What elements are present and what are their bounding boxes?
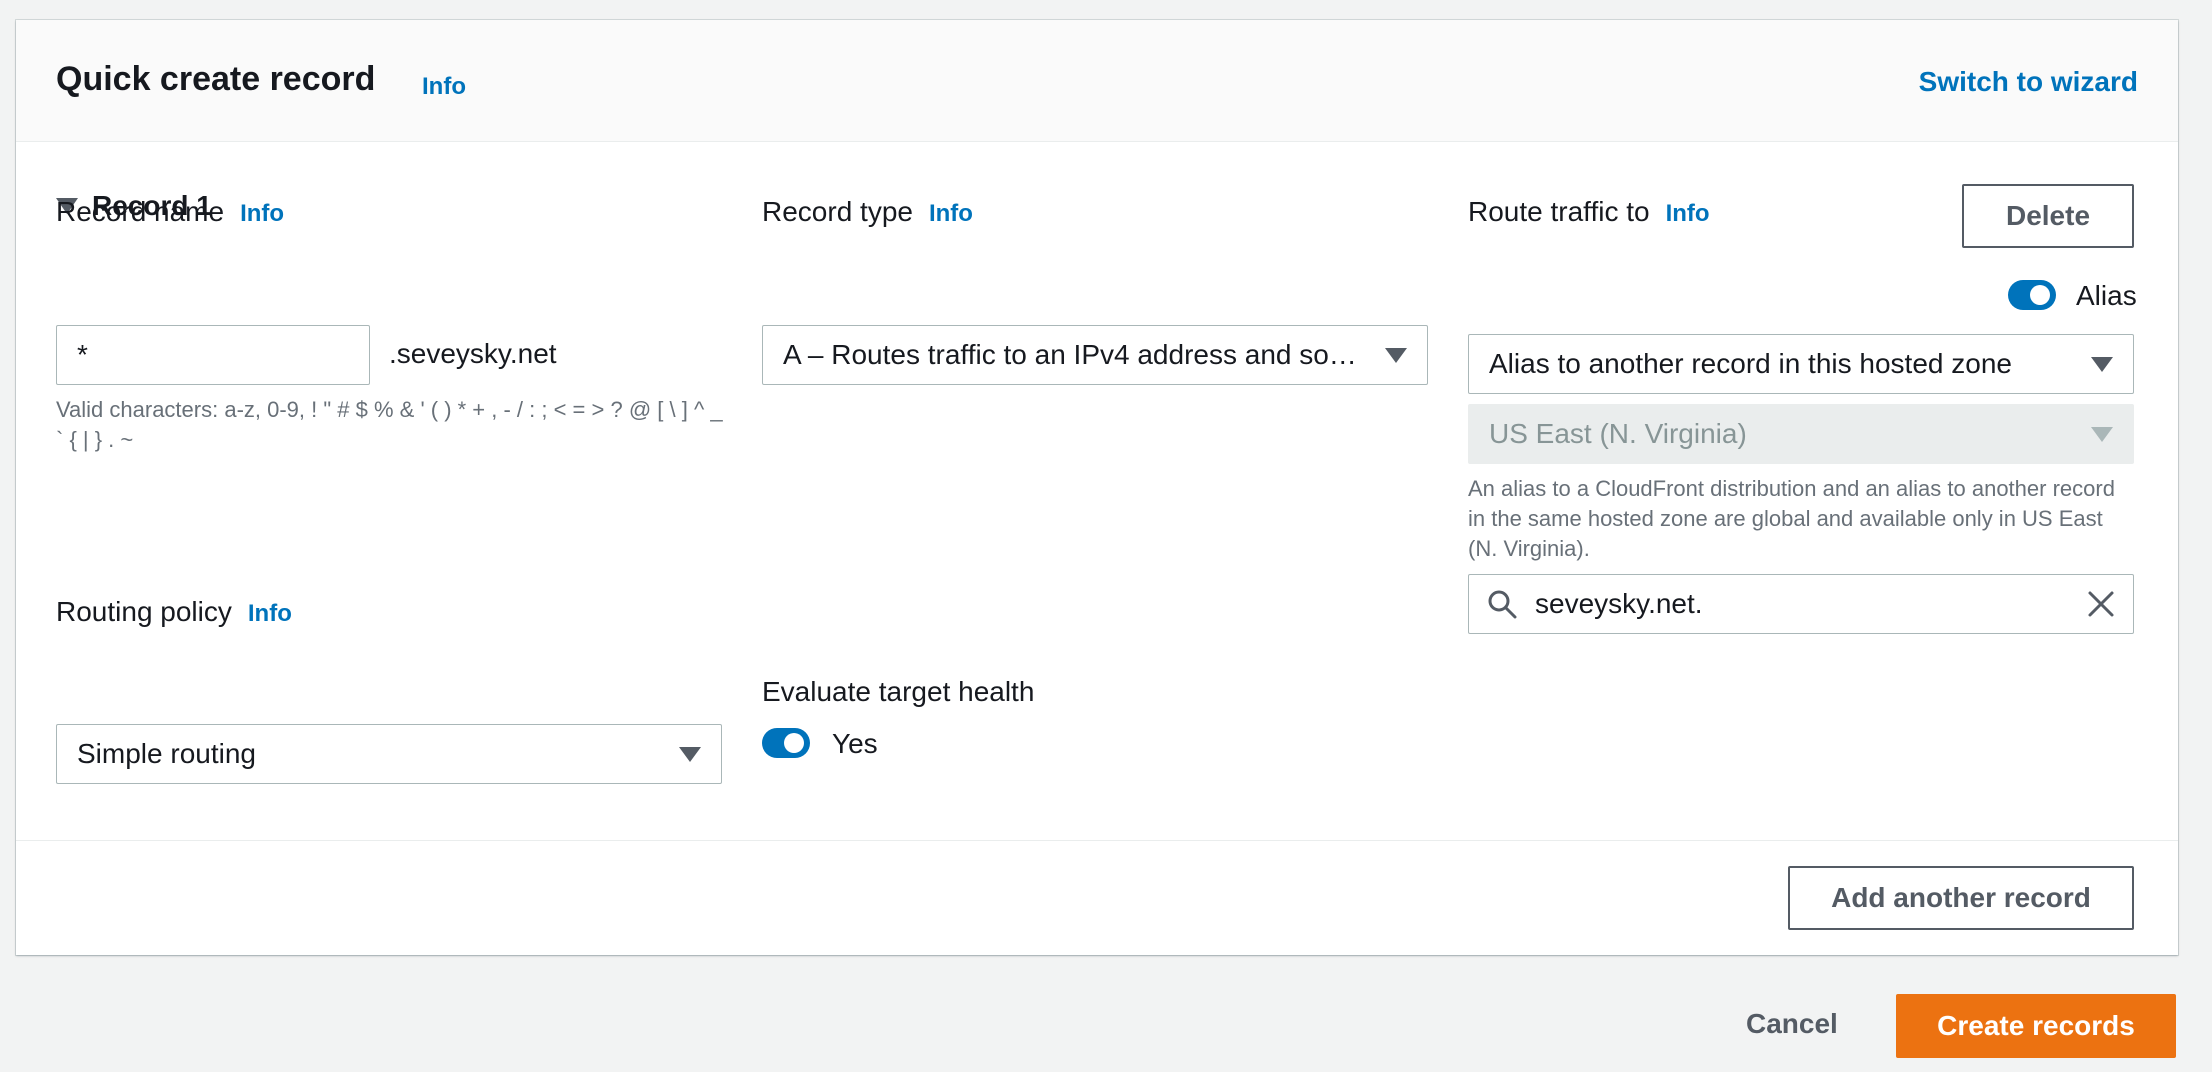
route-target-select[interactable]: Alias to another record in this hosted z…: [1468, 334, 2134, 394]
routing-policy-value: Simple routing: [77, 738, 256, 769]
chevron-down-icon: [2091, 356, 2113, 372]
route-traffic-label-group: Route traffic to Info: [1468, 196, 1710, 228]
delete-record-button[interactable]: Delete: [1962, 184, 2134, 248]
footer-divider: [16, 840, 2178, 841]
record-type-label: Record type: [762, 196, 913, 227]
evaluate-health-toggle-label: Yes: [832, 728, 878, 759]
alias-region-hint: An alias to a CloudFront distribution an…: [1468, 476, 2115, 561]
routing-policy-select[interactable]: Simple routing: [56, 724, 722, 784]
create-records-button[interactable]: Create records: [1896, 994, 2176, 1058]
routing-policy-label: Routing policy: [56, 596, 232, 627]
record-type-info-link[interactable]: Info: [929, 200, 973, 227]
alias-target-search-value: seveysky.net.: [1535, 588, 1703, 619]
close-icon[interactable]: [2087, 590, 2115, 618]
record-name-info-link[interactable]: Info: [240, 200, 284, 227]
title-info-link[interactable]: Info: [422, 73, 466, 101]
record-name-label: Record name: [56, 196, 225, 227]
alias-target-search-input[interactable]: seveysky.net.: [1468, 574, 2134, 634]
route-traffic-info-link[interactable]: Info: [1666, 200, 1710, 227]
alias-toggle[interactable]: [2008, 280, 2056, 310]
chevron-down-icon: [2091, 426, 2113, 442]
add-another-record-button[interactable]: Add another record: [1788, 866, 2134, 930]
quick-create-panel: Quick create record Info Switch to wizar…: [16, 20, 2178, 955]
record-type-value: A – Routes traffic to an IPv4 address an…: [783, 339, 1357, 370]
cancel-button[interactable]: Cancel: [1746, 1008, 1838, 1040]
search-icon: [1487, 589, 1517, 619]
routing-policy-label-group: Routing policy Info: [56, 596, 292, 628]
region-select: US East (N. Virginia): [1468, 404, 2134, 464]
switch-to-wizard-link[interactable]: Switch to wizard: [1919, 66, 2138, 98]
chevron-down-icon: [679, 746, 701, 762]
record-name-hint: Valid characters: a-z, 0-9, ! " # $ % & …: [56, 397, 723, 452]
evaluate-health-label: Evaluate target health: [762, 676, 1035, 707]
route-traffic-label: Route traffic to: [1468, 196, 1650, 227]
chevron-down-icon: [1385, 347, 1407, 363]
record-type-label-group: Record type Info: [762, 196, 973, 228]
routing-policy-info-link[interactable]: Info: [248, 600, 292, 627]
region-value: US East (N. Virginia): [1489, 418, 1747, 449]
evaluate-health-toggle[interactable]: [762, 728, 810, 758]
route-target-value: Alias to another record in this hosted z…: [1489, 348, 2012, 379]
alias-label: Alias: [2076, 280, 2137, 311]
page-title: Quick create record: [56, 60, 376, 98]
record-name-value: *: [77, 339, 88, 370]
record-type-select[interactable]: A – Routes traffic to an IPv4 address an…: [762, 325, 1428, 385]
panel-header: Quick create record Info Switch to wizar…: [16, 20, 2178, 142]
record-name-input[interactable]: *: [56, 325, 370, 385]
domain-suffix: .seveysky.net: [389, 338, 557, 369]
record-name-label-group: Record name Info: [56, 196, 284, 228]
